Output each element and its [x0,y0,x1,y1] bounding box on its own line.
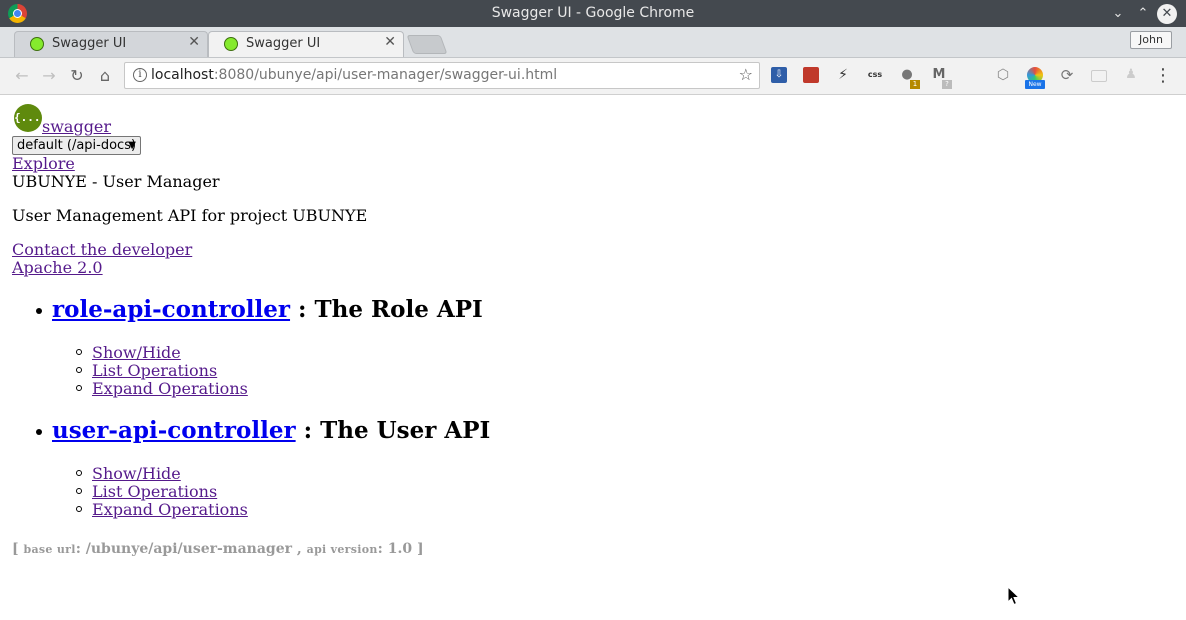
tab-label: Swagger UI [246,36,321,51]
list-circle [76,367,82,373]
page-content: {...} swagger default (/api-docs) ▼ Expl… [0,95,1186,620]
list-circle [76,506,82,512]
user-show-hide-link[interactable]: Show/Hide [92,464,181,483]
cube-extension-icon[interactable]: ⬡ [995,67,1011,83]
close-tab-icon[interactable]: ✕ [384,34,396,50]
new-tab-button[interactable] [406,35,448,54]
license-link[interactable]: Apache 2.0 [12,258,103,277]
bookmark-star-icon[interactable]: ☆ [739,65,753,84]
list-bullet [36,429,42,435]
controller-heading: role-api-controller : The Role API [52,296,483,323]
list-bullet [36,308,42,314]
close-tab-icon[interactable]: ✕ [188,34,200,50]
api-title: UBUNYE - User Manager [12,172,220,191]
tab-swagger-ui-2[interactable]: Swagger UI ✕ [208,31,404,57]
dropdown-arrow-icon: ▼ [128,140,136,151]
extension-badge: ? [942,80,952,89]
tab-swagger-ui-1[interactable]: Swagger UI ✕ [14,31,208,57]
base-url-value: : /ubunye/api/user-manager , [75,541,302,557]
swagger-favicon-icon [224,37,238,51]
swagger-logo-icon: {...} [14,104,47,132]
api-spec-select[interactable]: default (/api-docs) ▼ [12,136,141,155]
contact-developer-link[interactable]: Contact the developer [12,240,192,259]
list-circle [76,385,82,391]
home-icon[interactable]: ⌂ [95,66,115,86]
back-icon[interactable]: ← [12,66,32,86]
swagger-favicon-icon [30,37,44,51]
minimize-button[interactable]: ⌄ [1108,4,1128,24]
base-url-label: base url [23,543,76,556]
chrome-menu-icon[interactable]: ⋮ [1153,66,1173,86]
tab-label: Swagger UI [52,36,127,51]
forward-icon[interactable]: → [39,66,59,86]
role-list-operations-link[interactable]: List Operations [92,361,217,380]
role-expand-operations-link[interactable]: Expand Operations [92,379,248,398]
tab-strip: Swagger UI ✕ Swagger UI ✕ John [0,27,1186,58]
maximize-button[interactable]: ⌃ [1133,4,1153,24]
swagger-brand-link[interactable]: swagger [42,117,111,136]
site-info-icon[interactable]: i [133,68,147,82]
user-expand-operations-link[interactable]: Expand Operations [92,500,248,519]
sync-extension-icon[interactable]: ⟳ [1059,67,1075,83]
browser-toolbar: ← → ↻ ⌂ i localhost:8080/ubunye/api/user… [0,58,1186,95]
address-bar[interactable]: i localhost:8080/ubunye/api/user-manager… [124,62,760,89]
role-api-controller-link[interactable]: role-api-controller [52,296,290,323]
css-extension-icon[interactable]: css [867,67,883,83]
list-circle [76,488,82,494]
api-description: User Management API for project UBUNYE [12,206,368,225]
new-badge: New [1025,80,1045,89]
extension-badge: 1 [910,80,920,89]
api-info-footer: [ base url: /ubunye/api/user-manager , a… [12,541,424,557]
profile-button[interactable]: John [1130,31,1172,49]
card-extension-icon[interactable] [1091,70,1107,82]
url-text: localhost:8080/ubunye/api/user-manager/s… [151,67,558,83]
api-version-label: api version [306,543,378,556]
mouse-cursor-icon [1007,586,1021,606]
download-extension-icon[interactable]: ⇩ [771,67,787,83]
user-list-operations-link[interactable]: List Operations [92,482,217,501]
window-titlebar: Swagger UI - Google Chrome ⌄ ⌃ ✕ [0,0,1186,27]
book-extension-icon[interactable] [803,67,819,83]
list-circle [76,470,82,476]
explore-link[interactable]: Explore [12,154,75,173]
list-circle [76,349,82,355]
controller-heading: user-api-controller : The User API [52,417,490,444]
api-version-value: : 1.0 ] [377,541,424,557]
role-show-hide-link[interactable]: Show/Hide [92,343,181,362]
user-api-controller-link[interactable]: user-api-controller [52,417,296,444]
close-window-button[interactable]: ✕ [1157,4,1177,24]
controller-description: : The User API [303,417,491,444]
controller-description: : The Role API [298,296,483,323]
person-extension-icon[interactable]: ♟ [1123,67,1139,83]
reload-icon[interactable]: ↻ [67,66,87,86]
window-title: Swagger UI - Google Chrome [491,5,695,21]
lightning-extension-icon[interactable]: ⚡ [835,67,851,83]
